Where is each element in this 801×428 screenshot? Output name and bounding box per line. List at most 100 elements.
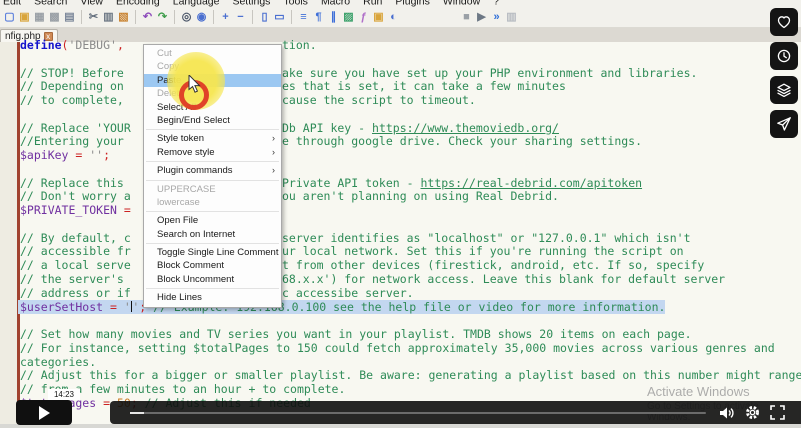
clock-icon xyxy=(776,48,792,64)
menu-separator xyxy=(146,288,279,289)
menu-item-uppercase: UPPERCASE xyxy=(144,183,281,196)
macro-play-icon[interactable]: ▶ xyxy=(475,11,488,24)
code-editor[interactable]: define('DEBUG',tion. // STOP! Beforeake s… xyxy=(0,42,801,428)
video-player: Edit Search View Encoding Language Settings To… xyxy=(0,0,801,428)
zoom-out-icon[interactable]: − xyxy=(234,11,247,24)
playlist-button[interactable] xyxy=(770,76,798,104)
toolbar-separator xyxy=(135,10,136,24)
menubar-item-macro[interactable]: Macro xyxy=(321,0,350,7)
cut-icon[interactable]: ✂ xyxy=(87,11,100,24)
copy-icon[interactable]: ▥ xyxy=(102,11,115,24)
paste-icon[interactable]: ▧ xyxy=(117,11,130,24)
menu-item-toggle-single-line-comment[interactable]: Toggle Single Line Comment xyxy=(144,246,281,259)
menubar-item-[interactable]: ? xyxy=(493,0,499,7)
menubar-item-view[interactable]: View xyxy=(80,0,103,7)
menu-item-style-token[interactable]: Style token › xyxy=(144,132,281,145)
code-line: // address or ifc accessibe server. xyxy=(20,287,131,301)
menubar-item-encoding[interactable]: Encoding xyxy=(116,0,160,7)
code-line-right-fragment: 68.x.x') for network access. Leave this … xyxy=(282,273,725,287)
code-line: define('DEBUG',tion. xyxy=(20,39,124,53)
volume-icon[interactable] xyxy=(718,405,736,421)
like-button[interactable] xyxy=(770,8,798,36)
code-line-right-fragment: ake sure you have set up your PHP enviro… xyxy=(282,67,697,81)
toolbar-spacer xyxy=(401,17,459,18)
code-line: // a local servet from other devices (fi… xyxy=(20,259,131,273)
macro-stop-icon[interactable]: ■ xyxy=(460,11,473,24)
code-line: // Replace 'YOURDb API key - https://www… xyxy=(20,122,131,136)
code-line: $PRIVATE_TOKEN = xyxy=(20,204,131,218)
menu-item-search-on-internet[interactable]: Search on Internet xyxy=(144,228,281,241)
new-file-icon[interactable]: ▢ xyxy=(3,11,16,24)
document-map-icon[interactable]: ▨ xyxy=(342,11,355,24)
play-button[interactable] xyxy=(16,400,72,425)
menu-bar: Edit Search View Encoding Language Settings To… xyxy=(0,0,801,7)
find-icon[interactable]: ◎ xyxy=(180,11,193,24)
menu-item-label: Block Uncomment xyxy=(157,274,234,285)
progress-bar[interactable] xyxy=(130,412,706,414)
macro-run-icon[interactable]: » xyxy=(490,11,503,24)
code-line: // STOP! Beforeake sure you have set up … xyxy=(20,67,124,81)
menu-item-lowercase: lowercase xyxy=(144,196,281,209)
settings-icon[interactable] xyxy=(744,404,761,421)
menu-item-remove-style[interactable]: Remove style› xyxy=(144,146,281,159)
menubar-item-edit[interactable]: Edit xyxy=(3,0,21,7)
save-icon[interactable]: ▦ xyxy=(33,11,46,24)
document-monitor-icon[interactable]: ◐ xyxy=(387,11,400,24)
redo-icon[interactable]: ↷ xyxy=(156,11,169,24)
toolbar-separator xyxy=(81,10,82,24)
code-line: //Entering youre through google drive. C… xyxy=(20,135,124,149)
menu-separator xyxy=(146,129,279,130)
replace-icon[interactable]: ◉ xyxy=(195,11,208,24)
indent-guide-icon[interactable]: ∥ xyxy=(327,11,340,24)
layers-icon xyxy=(776,82,792,98)
menubar-item-language[interactable]: Language xyxy=(173,0,220,7)
code-line: categories. xyxy=(20,356,96,370)
toolbar-separator xyxy=(252,10,253,24)
menu-item-begin-end-select[interactable]: Begin/End Select xyxy=(144,114,281,127)
menu-item-plugin-commands[interactable]: Plugin commands› xyxy=(144,164,281,177)
function-list-icon[interactable]: ƒ xyxy=(357,11,370,24)
word-wrap-icon[interactable]: ≡ xyxy=(297,11,310,24)
menubar-item-tools[interactable]: Tools xyxy=(283,0,308,7)
menu-item-label: Block Comment xyxy=(157,260,224,271)
show-all-characters-icon[interactable]: ¶ xyxy=(312,11,325,24)
menubar-item-plugins[interactable]: Plugins xyxy=(395,0,429,7)
menu-item-label: Begin/End Select xyxy=(157,115,230,126)
watch-later-button[interactable] xyxy=(770,42,798,70)
sync-horizontal-icon[interactable]: ▭ xyxy=(273,11,286,24)
menu-item-block-comment[interactable]: Block Comment xyxy=(144,259,281,272)
fullscreen-icon[interactable] xyxy=(769,404,786,421)
toolbar-separator xyxy=(213,10,214,24)
open-file-icon[interactable]: ▣ xyxy=(18,11,31,24)
activate-windows-watermark: Activate Windows xyxy=(647,384,750,399)
folder-as-workspace-icon[interactable]: ▣ xyxy=(372,11,385,24)
code-line-right-fragment: cause the script to timeout. xyxy=(282,94,476,108)
code-line-right-fragment: ou aren't planning on using Real Debrid. xyxy=(282,190,559,204)
sync-vertical-icon[interactable]: ▯ xyxy=(258,11,271,24)
undo-icon[interactable]: ↶ xyxy=(141,11,154,24)
code-line-right-fragment: ur local network. Set this if you're run… xyxy=(282,245,684,259)
code-line-right-fragment: Db API key - https://www.themoviedb.org/ xyxy=(282,122,559,136)
code-line: // to complete,cause the script to timeo… xyxy=(20,94,124,108)
menubar-item-run[interactable]: Run xyxy=(363,0,382,7)
menu-item-label: Remove style xyxy=(157,147,215,158)
progress-played xyxy=(130,412,144,414)
submenu-arrow-icon: › xyxy=(272,132,275,145)
menubar-item-settings[interactable]: Settings xyxy=(232,0,270,7)
menu-separator xyxy=(146,180,279,181)
menu-item-hide-lines[interactable]: Hide Lines xyxy=(144,291,281,304)
menu-item-label: Toggle Single Line Comment xyxy=(157,247,278,258)
code-line-right-fragment: Private API token - https://real-debrid.… xyxy=(282,177,642,191)
menubar-item-search[interactable]: Search xyxy=(34,0,67,7)
print-icon[interactable]: ▤ xyxy=(63,11,76,24)
menu-item-label: Style token xyxy=(157,133,204,144)
menu-item-open-file[interactable]: Open File xyxy=(144,214,281,227)
zoom-in-icon[interactable]: + xyxy=(219,11,232,24)
menubar-item-window[interactable]: Window xyxy=(443,0,480,7)
share-button[interactable] xyxy=(770,110,798,138)
menu-item-label: Hide Lines xyxy=(157,292,202,303)
save-all-icon[interactable]: ▩ xyxy=(48,11,61,24)
heart-icon xyxy=(776,14,792,30)
menu-item-block-uncomment[interactable]: Block Uncomment xyxy=(144,273,281,286)
macro-save-icon[interactable]: ▥ xyxy=(505,11,518,24)
